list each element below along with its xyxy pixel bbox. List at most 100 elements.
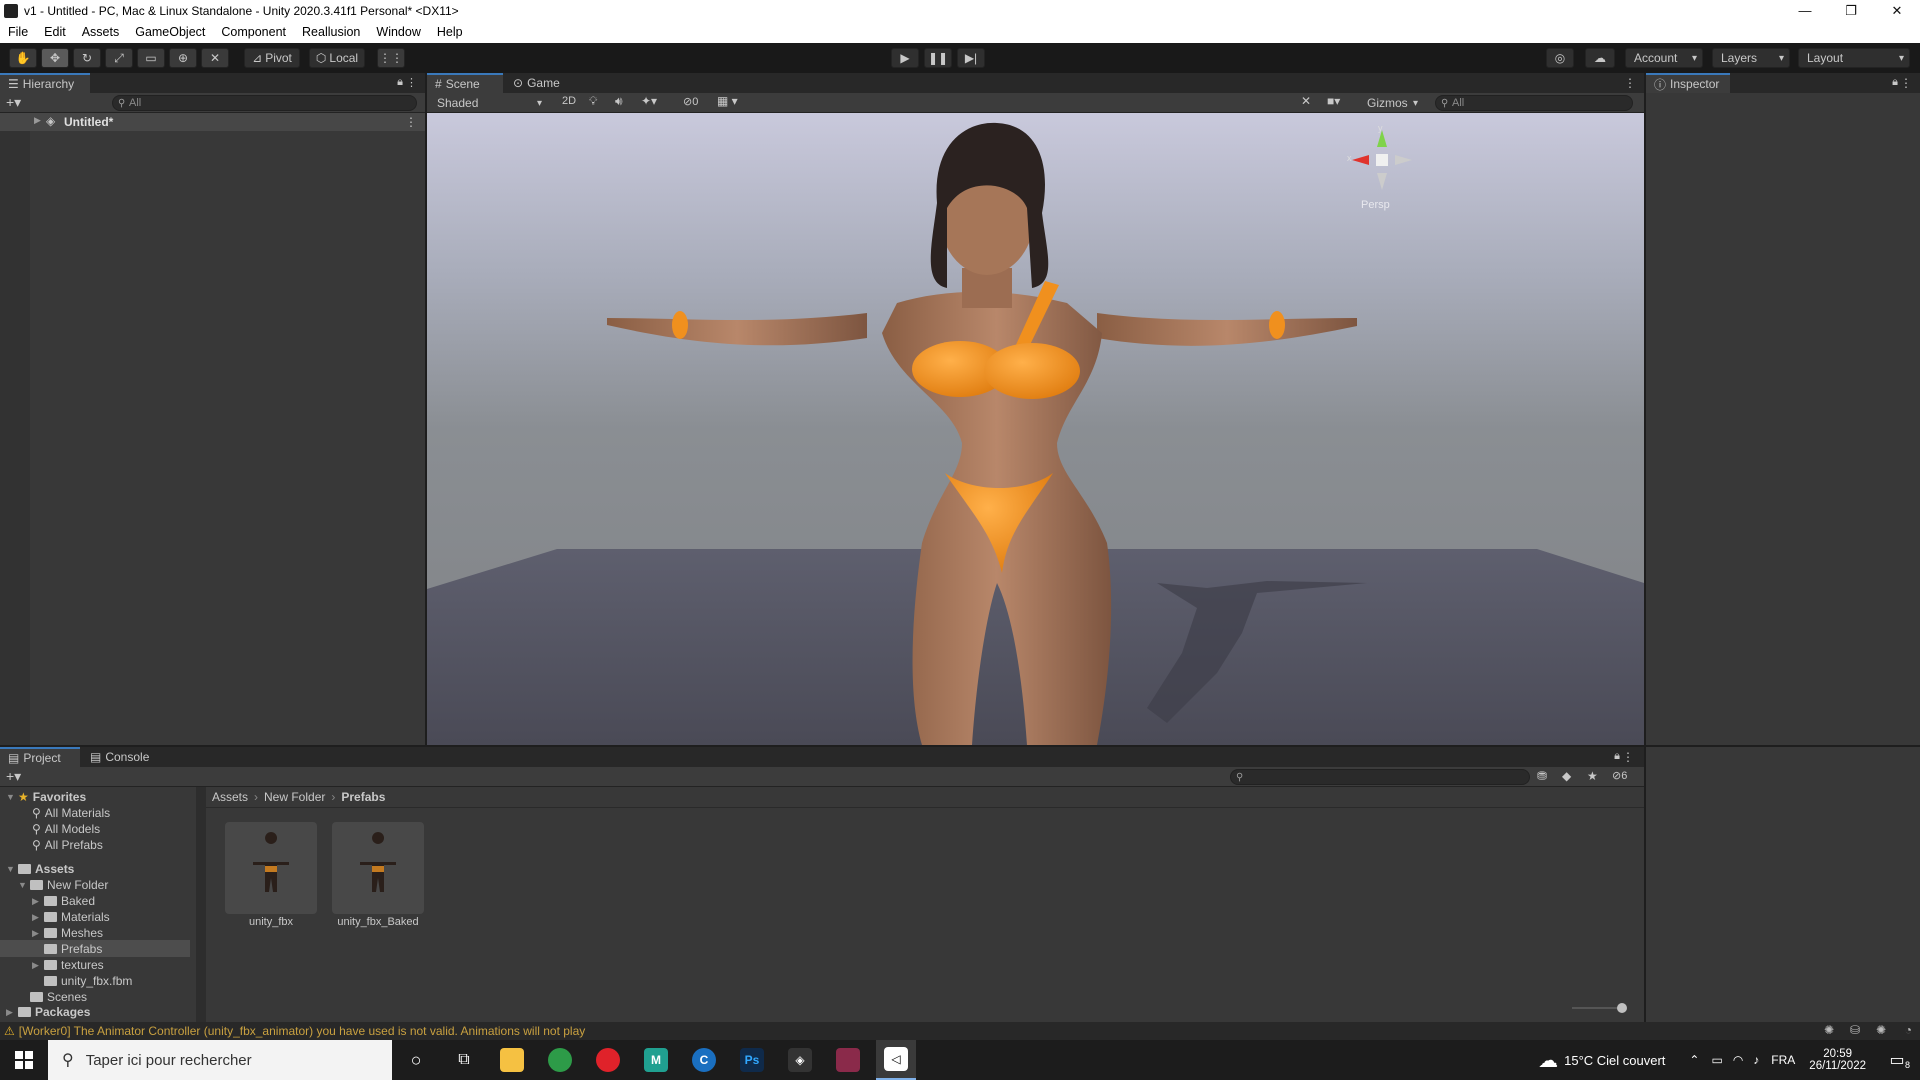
language-indicator[interactable]: FRA xyxy=(1771,1053,1795,1067)
scene-menu-icon[interactable]: ⋮ xyxy=(405,115,417,129)
unity-editor-icon[interactable]: ◁ xyxy=(876,1040,916,1080)
gizmos-dropdown[interactable]: Gizmos xyxy=(1359,94,1423,112)
favorite-all-models[interactable]: ⚲ All Models xyxy=(32,821,100,837)
layout-dropdown[interactable]: Layout xyxy=(1798,48,1910,68)
tree-scrollbar[interactable] xyxy=(196,787,206,1022)
folder-meshes[interactable]: ▶ Meshes xyxy=(32,925,103,941)
collapse-arrow-icon[interactable]: ▼ xyxy=(6,864,18,874)
new-folder-node[interactable]: ▼ New Folder xyxy=(18,877,108,893)
tab-game[interactable]: ⊙ Game xyxy=(505,73,577,93)
hidden-objects-toggle[interactable]: ⊘0 xyxy=(683,95,698,108)
project-lock-icon[interactable]: 🔒︎ xyxy=(1614,750,1620,763)
custom-tool-icon[interactable]: ✕ xyxy=(201,48,229,68)
collab-icon[interactable]: ◎ xyxy=(1546,48,1574,68)
layers-dropdown[interactable]: Layers xyxy=(1712,48,1790,68)
c-app-icon[interactable]: C xyxy=(684,1040,724,1080)
grid-snap-icon[interactable]: ⋮⋮ xyxy=(377,48,405,68)
tab-console[interactable]: ▤ Console xyxy=(82,747,162,767)
breadcrumb-assets[interactable]: Assets xyxy=(212,790,248,804)
asset-thumbnail[interactable] xyxy=(332,822,424,914)
minimize-button[interactable]: — xyxy=(1782,0,1828,21)
menu-gameobject[interactable]: GameObject xyxy=(127,25,213,39)
weather-text[interactable]: 15°C Ciel couvert xyxy=(1564,1053,1665,1068)
folder-fbm[interactable]: unity_fbx.fbm xyxy=(32,973,132,989)
effects-toggle-icon[interactable]: ✦▾ xyxy=(641,94,657,108)
slider-handle[interactable] xyxy=(1617,1003,1627,1013)
lock-icon[interactable]: 🔒︎ xyxy=(397,76,403,89)
expand-arrow-icon[interactable]: ▶ xyxy=(34,115,41,126)
tab-project[interactable]: ▤ Project xyxy=(0,747,80,767)
opera-icon[interactable] xyxy=(588,1040,628,1080)
step-button[interactable]: ▶| xyxy=(957,48,985,68)
breadcrumb-new-folder[interactable]: New Folder xyxy=(264,790,325,804)
volume-icon[interactable]: ♪ xyxy=(1753,1053,1759,1067)
windows-start-icon[interactable] xyxy=(4,1040,44,1080)
file-explorer-icon[interactable] xyxy=(492,1040,532,1080)
grid-toggle-icon[interactable]: ▦ ▾ xyxy=(717,94,738,108)
local-toggle[interactable]: ⬡ Local xyxy=(309,48,365,68)
drive-icon[interactable]: ▭ xyxy=(1711,1053,1722,1067)
lighting-toggle-icon[interactable]: 💡︎ xyxy=(589,94,597,109)
project-more-icon[interactable]: ⋮ xyxy=(1622,750,1634,764)
task-view-icon[interactable]: ⧉ xyxy=(444,1040,484,1080)
hand-tool-icon[interactable]: ✋ xyxy=(9,48,37,68)
collapse-arrow-icon[interactable]: ▼ xyxy=(18,880,30,890)
winrar-icon[interactable] xyxy=(828,1040,868,1080)
account-dropdown[interactable]: Account xyxy=(1625,48,1703,68)
menu-file[interactable]: File xyxy=(0,25,36,39)
favorites-node[interactable]: ▼ ★ Favorites xyxy=(6,789,86,805)
collapse-arrow-icon[interactable]: ▼ xyxy=(6,792,18,802)
audio-toggle-icon[interactable]: 🔊︎ xyxy=(615,94,623,109)
asset-thumbnail[interactable] xyxy=(225,822,317,914)
tab-scene[interactable]: # Scene xyxy=(427,73,503,93)
wifi-icon[interactable]: ◠ xyxy=(1733,1053,1743,1067)
expand-arrow-icon[interactable]: ▶ xyxy=(32,896,44,907)
scene-search-input[interactable]: All xyxy=(1435,95,1633,111)
chrome-icon[interactable] xyxy=(540,1040,580,1080)
folder-materials[interactable]: ▶ Materials xyxy=(32,909,110,925)
scale-tool-icon[interactable]: ⤢ xyxy=(105,48,133,68)
menu-reallusion[interactable]: Reallusion xyxy=(294,25,368,39)
maximize-button[interactable]: ❐ xyxy=(1828,0,1874,21)
folder-prefabs[interactable]: Prefabs xyxy=(32,941,102,957)
menu-help[interactable]: Help xyxy=(429,25,471,39)
favorite-star-icon[interactable]: ★ xyxy=(1587,769,1598,783)
rect-tool-icon[interactable]: ▭ xyxy=(137,48,165,68)
unity-hub-icon[interactable]: ◈ xyxy=(780,1040,820,1080)
add-object-button[interactable]: +▾ xyxy=(6,94,21,111)
cortana-icon[interactable]: ○ xyxy=(396,1040,436,1080)
expand-arrow-icon[interactable]: ▶ xyxy=(32,912,44,923)
menu-edit[interactable]: Edit xyxy=(36,25,74,39)
camera-icon[interactable]: ■▾ xyxy=(1327,94,1340,108)
rotate-tool-icon[interactable]: ↻ xyxy=(73,48,101,68)
database-icon[interactable]: ⛁ xyxy=(1850,1023,1860,1037)
tab-hierarchy[interactable]: ☰ Hierarchy xyxy=(0,73,90,93)
menu-window[interactable]: Window xyxy=(368,25,428,39)
taskbar-search-box[interactable]: ⚲ Taper ici pour rechercher xyxy=(48,1040,392,1080)
more-options-icon[interactable]: ⋮ xyxy=(406,76,417,89)
move-tool-icon[interactable]: ✥ xyxy=(41,48,69,68)
progress-check-icon[interactable]: ◔ xyxy=(1905,1023,1912,1037)
tray-chevron-icon[interactable]: ⌃ xyxy=(1689,1053,1699,1067)
scene-viewport[interactable]: y x Persp xyxy=(427,113,1644,745)
expand-arrow-icon[interactable]: ▶ xyxy=(32,960,44,971)
bug-icon[interactable]: ✺ xyxy=(1824,1023,1834,1037)
expand-arrow-icon[interactable]: ▶ xyxy=(32,928,44,939)
pause-button[interactable]: ❚❚ xyxy=(924,48,952,68)
tools-icon[interactable]: ✕ xyxy=(1301,94,1311,108)
status-bar[interactable]: ⚠ [Worker0] The Animator Controller (uni… xyxy=(0,1022,1920,1040)
persp-label[interactable]: Persp xyxy=(1361,199,1390,211)
shading-mode-dropdown[interactable]: Shaded xyxy=(429,94,547,112)
assets-node[interactable]: ▼ Assets xyxy=(6,861,74,877)
tab-inspector[interactable]: ⓘ Inspector xyxy=(1646,73,1730,93)
play-button[interactable]: ▶ xyxy=(891,48,919,68)
inspector-lock-icon[interactable]: 🔒︎ xyxy=(1892,76,1898,89)
photoshop-icon[interactable]: Ps xyxy=(732,1040,772,1080)
search-by-type-icon[interactable]: ⛃ xyxy=(1537,769,1547,783)
favorite-all-prefabs[interactable]: ⚲ All Prefabs xyxy=(32,837,103,853)
transform-tool-icon[interactable]: ⊕ xyxy=(169,48,197,68)
notification-center-icon[interactable]: ▭ 8 xyxy=(1880,1050,1914,1070)
weather-icon[interactable]: ☁ xyxy=(1538,1048,1558,1073)
hierarchy-search-input[interactable]: All xyxy=(112,95,417,111)
orientation-gizmo[interactable]: y x Persp xyxy=(1347,123,1417,215)
